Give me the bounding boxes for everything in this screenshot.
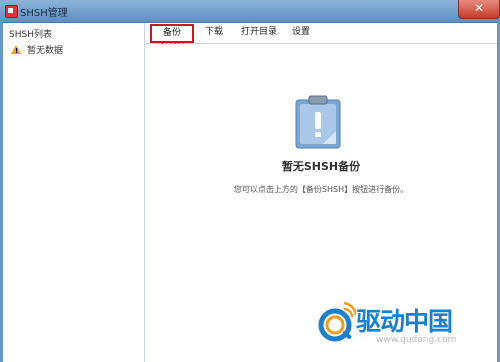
brand-name: 驱动中国: [356, 307, 453, 336]
brand-url: www.qudong.com: [376, 335, 457, 345]
download-button[interactable]: 下载: [200, 25, 228, 40]
close-button[interactable]: ✕: [458, 0, 500, 19]
watermark-logo: 驱动中国 www.qudong.com: [318, 295, 493, 355]
sidebar: SHSH列表 ! 暂无数据: [3, 23, 145, 362]
empty-state-title: 暂无SHSH备份: [281, 160, 361, 173]
sidebar-item-label: 暂无数据: [27, 45, 64, 56]
clipboard-exclamation-icon: [295, 95, 341, 149]
app-icon: [5, 5, 18, 18]
backup-shsh-button[interactable]: 备份SHSH: [150, 24, 194, 53]
open-directory-button[interactable]: 打开目录: [239, 25, 279, 40]
settings-button[interactable]: 设置: [291, 25, 311, 40]
brand-logo-icon: [318, 301, 356, 342]
toolbar: 备份SHSH 下载 打开目录 设置: [145, 23, 497, 53]
sidebar-item-empty[interactable]: ! 暂无数据: [11, 42, 63, 56]
sidebar-title: SHSH列表: [9, 30, 52, 40]
empty-state-hint: 您可以点击上方的【备份SHSH】按钮进行备份。: [233, 185, 409, 194]
window-title: SHSH管理: [20, 8, 68, 19]
title-bar: SHSH管理 ✕: [0, 0, 500, 23]
warning-icon: !: [11, 44, 21, 55]
